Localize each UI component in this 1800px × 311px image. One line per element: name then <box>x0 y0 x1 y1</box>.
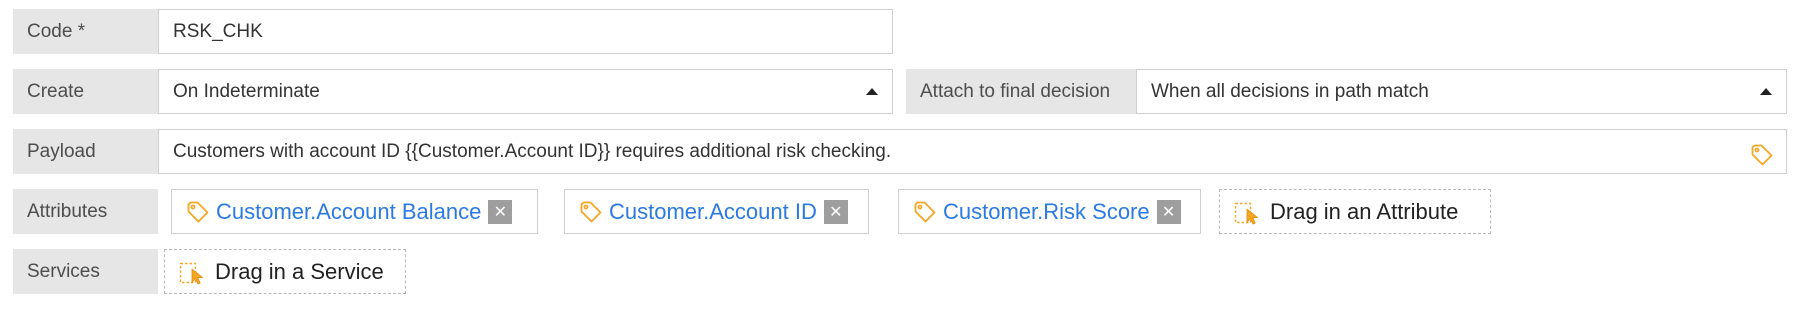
attribute-name[interactable]: Customer.Account ID <box>609 199 817 225</box>
caret-up-icon <box>866 88 878 95</box>
create-select[interactable]: On Indeterminate <box>158 69 893 114</box>
tag-icon <box>913 200 937 224</box>
payload-text: Customers with account ID {{Customer.Acc… <box>173 141 892 162</box>
remove-icon[interactable]: ✕ <box>488 199 513 224</box>
remove-icon[interactable]: ✕ <box>1156 199 1181 224</box>
remove-icon[interactable]: ✕ <box>823 199 848 224</box>
services-label: Services <box>13 249 158 294</box>
attribute-name[interactable]: Customer.Risk Score <box>943 199 1150 225</box>
caret-up-icon <box>1760 88 1772 95</box>
code-input[interactable]: RSK_CHK <box>158 9 893 54</box>
attribute-dropzone-label: Drag in an Attribute <box>1270 198 1459 224</box>
attach-select[interactable]: When all decisions in path match <box>1136 69 1787 114</box>
tag-icon <box>579 200 603 224</box>
attribute-name[interactable]: Customer.Account Balance <box>216 199 481 225</box>
drag-drop-icon <box>1234 198 1260 226</box>
service-dropzone-label: Drag in a Service <box>215 258 384 284</box>
attributes-label: Attributes <box>13 189 158 234</box>
attach-label: Attach to final decision <box>906 69 1136 114</box>
service-dropzone[interactable]: Drag in a Service <box>164 249 406 294</box>
attribute-chip[interactable]: Customer.Risk Score ✕ <box>898 189 1201 234</box>
create-label: Create <box>13 69 158 114</box>
attribute-chip[interactable]: Customer.Account ID ✕ <box>564 189 869 234</box>
tag-icon <box>186 200 210 224</box>
attribute-dropzone[interactable]: Drag in an Attribute <box>1219 189 1491 234</box>
attribute-chip[interactable]: Customer.Account Balance ✕ <box>171 189 538 234</box>
drag-drop-icon <box>179 258 205 286</box>
code-label: Code * <box>13 9 158 54</box>
payload-input[interactable]: Customers with account ID {{Customer.Acc… <box>158 129 1787 174</box>
tag-icon[interactable] <box>1750 140 1774 166</box>
payload-label: Payload <box>13 129 158 174</box>
create-select-value: On Indeterminate <box>173 81 320 102</box>
attach-select-value: When all decisions in path match <box>1151 81 1429 102</box>
